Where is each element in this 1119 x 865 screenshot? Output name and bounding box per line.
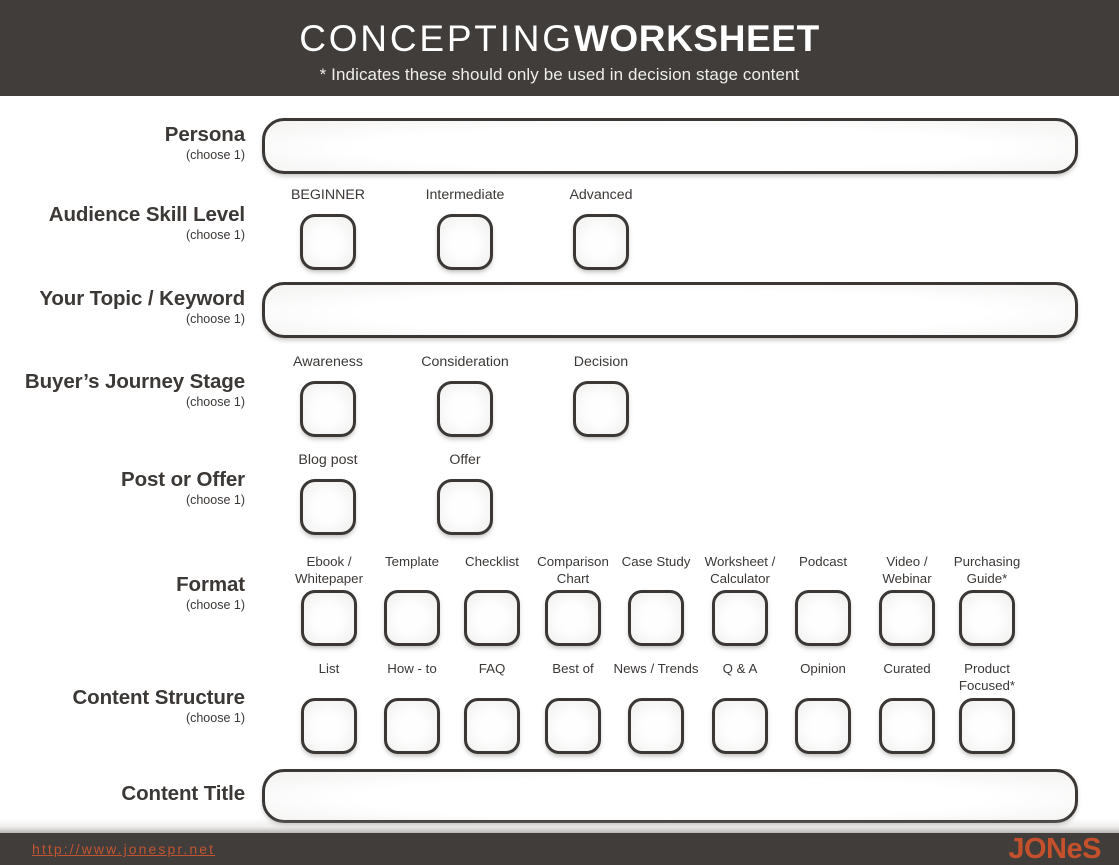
checkbox-worksheet-calculator[interactable] [712,590,768,646]
label-audience-skill-level: Audience Skill Level (choose 1) [0,202,245,243]
row-content-structure: Content Structure (choose 1) List How - … [0,660,1119,758]
checkbox-label-decision: Decision [573,354,629,370]
checkbox-label-intermediate: Intermediate [425,187,505,203]
row-buyers-journey-stage: Buyer’s Journey Stage (choose 1) Awarene… [0,353,1119,437]
row-content-title: Content Title [0,769,1119,825]
row-topic-keyword: Your Topic / Keyword (choose 1) [0,282,1119,342]
label-format-title: Format [176,573,245,596]
checkbox-consideration[interactable] [437,381,493,437]
checkbox-checklist[interactable] [464,590,520,646]
label-topic-keyword-sub: (choose 1) [185,312,245,326]
checkbox-product-focused[interactable] [959,698,1015,754]
checkbox-offer[interactable] [437,479,493,535]
topic-keyword-input[interactable] [262,282,1078,338]
label-topic-keyword: Your Topic / Keyword (choose 1) [0,286,245,327]
row-post-or-offer: Post or Offer (choose 1) Blog post Offer [0,451,1119,535]
checkbox-faq[interactable] [464,698,520,754]
checkbox-ebook-whitepaper[interactable] [301,590,357,646]
checkbox-comparison-chart[interactable] [545,590,601,646]
checkbox-q-and-a[interactable] [712,698,768,754]
footer-url-link[interactable]: http://www.jonespr.net [32,840,215,858]
page-title-thin: CONCEPTING [299,18,574,59]
checkbox-podcast[interactable] [795,590,851,646]
checkbox-template[interactable] [384,590,440,646]
label-content-structure-title: Content Structure [72,686,245,709]
checkbox-best-of[interactable] [545,698,601,754]
label-content-title-title: Content Title [121,782,245,805]
label-post-or-offer-sub: (choose 1) [185,493,245,507]
label-content-structure-sub: (choose 1) [185,711,245,725]
page-title-bold: WORKSHEET [573,18,820,59]
label-buyers-journey-stage-sub: (choose 1) [185,395,245,409]
page-footer: http://www.jonespr.net JONeS [0,833,1119,865]
checkbox-news-trends[interactable] [628,698,684,754]
jones-logo-part1: JON [1008,833,1067,865]
row-persona: Persona (choose 1) [0,118,1119,178]
checkbox-advanced[interactable] [573,214,629,270]
checkbox-label-product-focused: Product Focused* [958,661,1016,693]
checkbox-label-offer: Offer [449,452,481,468]
label-buyers-journey-stage-title: Buyer’s Journey Stage [24,370,245,393]
checkbox-label-purchasing-guide: Purchasing Guide* [953,554,1021,586]
page-subtitle: * Indicates these should only be used in… [319,65,800,84]
jones-logo-part3: S [1082,833,1101,865]
checkbox-case-study[interactable] [628,590,684,646]
row-audience-skill-level: Audience Skill Level (choose 1) BEGINNER… [0,186,1119,270]
jones-logo-part2: e [1066,833,1083,865]
checkbox-video-webinar[interactable] [879,590,935,646]
checkbox-beginner[interactable] [300,214,356,270]
checkbox-list[interactable] [301,698,357,754]
label-audience-skill-level-title: Audience Skill Level [48,203,245,226]
checkbox-how-to[interactable] [384,698,440,754]
label-persona-sub: (choose 1) [185,148,245,162]
persona-input[interactable] [262,118,1078,174]
content-title-input[interactable] [262,769,1078,823]
page-header: CONCEPTINGWORKSHEET * Indicates these sh… [0,0,1119,96]
worksheet-page: CONCEPTINGWORKSHEET * Indicates these sh… [0,0,1119,865]
jones-logo: JONeS [1008,834,1101,864]
checkbox-label-advanced: Advanced [569,187,633,203]
label-format: Format (choose 1) [0,572,245,613]
checkbox-decision[interactable] [573,381,629,437]
label-content-structure: Content Structure (choose 1) [0,685,245,726]
label-audience-skill-level-sub: (choose 1) [185,228,245,242]
checkbox-label-blog-post: Blog post [298,452,358,468]
checkbox-awareness[interactable] [300,381,356,437]
label-post-or-offer: Post or Offer (choose 1) [0,467,245,508]
label-buyers-journey-stage: Buyer’s Journey Stage (choose 1) [0,369,245,410]
label-persona: Persona (choose 1) [0,122,245,163]
label-content-title: Content Title [0,781,245,806]
checkbox-label-consideration: Consideration [421,354,509,370]
checkbox-blog-post[interactable] [300,479,356,535]
checkbox-purchasing-guide[interactable] [959,590,1015,646]
checkbox-label-awareness: Awareness [293,354,363,370]
checkbox-opinion[interactable] [795,698,851,754]
label-persona-title: Persona [164,123,245,146]
checkbox-curated[interactable] [879,698,935,754]
page-title: CONCEPTINGWORKSHEET [0,17,1119,61]
label-format-sub: (choose 1) [185,598,245,612]
checkbox-label-beginner: BEGINNER [290,187,366,203]
label-post-or-offer-title: Post or Offer [121,468,245,491]
row-format: Format (choose 1) Ebook / Whitepaper Tem… [0,551,1119,646]
label-topic-keyword-title: Your Topic / Keyword [39,287,245,310]
checkbox-intermediate[interactable] [437,214,493,270]
